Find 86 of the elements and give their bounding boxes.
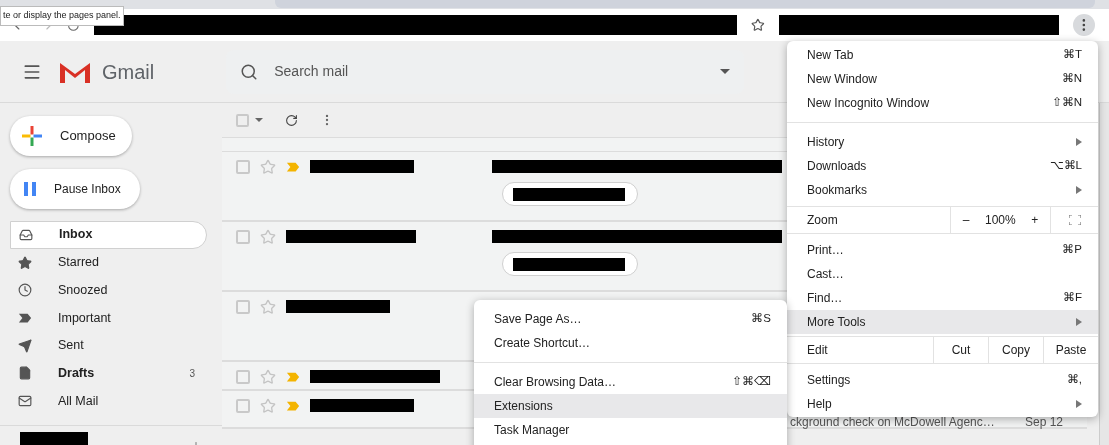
row-checkbox[interactable] (236, 160, 250, 174)
important-marker-icon (286, 161, 300, 173)
submenu-arrow-icon (1076, 400, 1082, 408)
browser-menu-icon[interactable] (1073, 14, 1095, 36)
menu-item[interactable]: Cast… (787, 262, 1098, 286)
send-icon (18, 338, 32, 353)
zoom-value: 100% (985, 212, 1016, 229)
nav-item[interactable]: Drafts 3 (10, 359, 207, 388)
nav-item[interactable]: Important (10, 304, 207, 332)
menu-item[interactable]: New Tab ⌘T (787, 43, 1098, 67)
row-checkbox[interactable] (236, 399, 250, 413)
star-icon[interactable] (260, 299, 276, 315)
edit-action-button[interactable]: Cut (933, 337, 988, 363)
mail-icon (18, 393, 32, 408)
select-all-checkbox[interactable] (236, 113, 249, 127)
menu-item[interactable]: Help (787, 392, 1098, 416)
menu-item[interactable]: Downloads ⌥⌘L (787, 154, 1098, 178)
shortcut-label: ⌥⌘L (1049, 158, 1082, 174)
app-name: Gmail (102, 59, 155, 85)
submenu-arrow-icon (1076, 318, 1082, 326)
row-checkbox[interactable] (236, 300, 250, 314)
pause-inbox-button[interactable]: Pause Inbox (10, 169, 140, 209)
edit-label: Edit (806, 342, 829, 359)
unread-count: 3 (189, 366, 195, 381)
star-icon[interactable] (260, 229, 276, 245)
nav-item[interactable]: Sent (10, 331, 207, 360)
search-field[interactable]: Search mail (274, 61, 721, 82)
shortcut-label: ⇧⌘N (1051, 95, 1082, 111)
zoom-out-button[interactable]: – (954, 211, 978, 229)
zoom-in-button[interactable]: + (1023, 211, 1047, 229)
menu-item[interactable]: More Tools (787, 310, 1098, 334)
edit-action-button[interactable]: Copy (988, 337, 1043, 363)
pause-icon (24, 182, 36, 196)
menu-item[interactable]: New Incognito Window ⇧⌘N (787, 91, 1098, 115)
star-icon[interactable] (260, 398, 276, 414)
shortcut-label: ⇧⌘⌫ (732, 374, 771, 390)
shortcut-label: ⌘N (1061, 71, 1082, 87)
compose-button[interactable]: Compose (10, 116, 132, 156)
menu-item[interactable]: Create Shortcut… (474, 331, 787, 355)
menu-item[interactable]: Save Page As… ⌘S (474, 307, 787, 331)
submenu-arrow-icon (1076, 186, 1082, 194)
fullscreen-icon[interactable] (1068, 215, 1081, 225)
menu-item[interactable]: Print… ⌘P (787, 238, 1098, 262)
submenu-arrow-icon (1076, 138, 1082, 146)
shortcut-label: ⌘T (1062, 47, 1082, 63)
menu-item[interactable]: Settings ⌘, (787, 368, 1098, 392)
tooltip: te or display the pages panel. (0, 6, 124, 26)
shortcut-label: ⌘F (1062, 290, 1082, 306)
bookmark-star-icon[interactable] (750, 18, 765, 32)
star-icon[interactable] (260, 159, 276, 175)
clock-icon (18, 283, 32, 298)
nav-item[interactable]: Snoozed (10, 276, 207, 305)
menu-item[interactable]: Find… ⌘F (787, 286, 1098, 310)
file-icon (18, 366, 32, 381)
shortcut-label: ⌘P (1062, 242, 1082, 258)
shortcut-label: ⌘, (1066, 372, 1082, 388)
row-checkbox[interactable] (236, 230, 250, 244)
shortcut-label: ⌘S (751, 311, 771, 327)
star-icon[interactable] (260, 369, 276, 385)
mail-date: Sep 12 (1024, 414, 1063, 431)
plus-icon (22, 126, 42, 146)
scrollbar[interactable] (1099, 103, 1109, 445)
search-icon[interactable] (240, 62, 259, 81)
menu-item[interactable]: History (787, 130, 1098, 154)
menu-item[interactable]: Clear Browsing Data… ⇧⌘⌫ (474, 370, 787, 394)
inbox-icon (19, 227, 33, 242)
mail-snippet: ckground check on McDowell Agenc… (790, 414, 995, 431)
menu-item[interactable]: New Window ⌘N (787, 67, 1098, 91)
nav-item[interactable]: Starred (10, 248, 207, 277)
zoom-label: Zoom (806, 212, 839, 229)
attachment-chip[interactable] (502, 182, 638, 206)
important-marker-icon (286, 400, 300, 412)
menu-item[interactable]: Task Manager (474, 418, 787, 442)
refresh-icon[interactable] (285, 113, 298, 127)
edit-action-button[interactable]: Paste (1043, 337, 1098, 363)
search-options-icon[interactable] (720, 69, 731, 74)
nav-item[interactable]: All Mail (10, 387, 207, 415)
menu-item[interactable]: Extensions (474, 394, 787, 418)
star-icon (18, 255, 32, 270)
menu-item[interactable]: Bookmarks (787, 178, 1098, 202)
row-checkbox[interactable] (236, 370, 250, 384)
dropdown-caret-icon[interactable] (255, 118, 263, 122)
redaction-bar (20, 431, 88, 445)
nav-item[interactable]: Inbox (10, 221, 207, 249)
important-marker-icon (286, 371, 300, 383)
attachment-chip[interactable] (502, 252, 638, 276)
